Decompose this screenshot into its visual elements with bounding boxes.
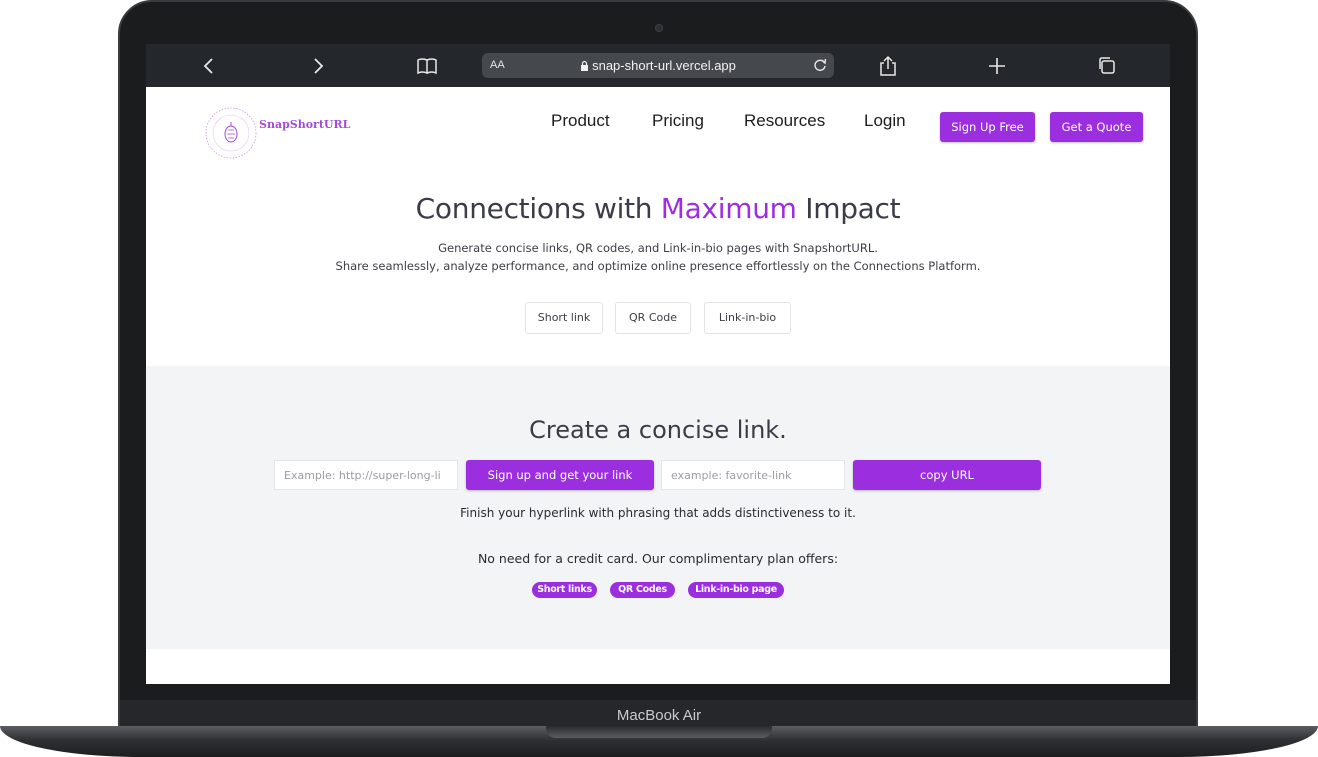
custom-slug-input[interactable]: example: favorite-link	[661, 460, 845, 490]
hero-subtitle-line2: Share seamlessly, analyze performance, a…	[335, 259, 981, 273]
shortener-title: Create a concise link.	[529, 416, 787, 444]
browser-toolbar: AA snap-short-url.vercel.app	[146, 44, 1170, 87]
address-bar[interactable]: AA snap-short-url.vercel.app	[482, 53, 834, 78]
browser-screen: AA snap-short-url.vercel.app SnapShortUR…	[146, 44, 1170, 684]
tab-link-in-bio[interactable]: Link-in-bio	[704, 302, 791, 334]
reload-icon[interactable]	[811, 56, 829, 74]
back-icon[interactable]	[198, 55, 220, 77]
nav-resources[interactable]: Resources	[744, 111, 825, 131]
tab-qr-code[interactable]: QR Code	[615, 302, 691, 334]
tab-short-link[interactable]: Short link	[525, 302, 603, 334]
lock-icon	[581, 60, 589, 71]
logo-icon[interactable]	[202, 104, 260, 162]
hero-title-prefix: Connections with	[415, 192, 661, 225]
sign-up-get-link-button[interactable]: Sign up and get your link	[466, 460, 654, 490]
nav-product[interactable]: Product	[551, 111, 610, 131]
hero-title: Connections with Maximum Impact	[146, 192, 1170, 225]
bookmarks-icon[interactable]	[416, 55, 438, 77]
feature-short-links: Short links	[532, 582, 597, 598]
device-label: MacBook Air	[616, 707, 702, 724]
nav-pricing[interactable]: Pricing	[652, 111, 704, 131]
logo-text[interactable]: SnapShortURL	[259, 118, 350, 131]
share-icon[interactable]	[877, 55, 899, 77]
nav-login[interactable]: Login	[864, 111, 906, 131]
new-tab-icon[interactable]	[986, 55, 1008, 77]
tabs-overview-icon[interactable]	[1096, 55, 1118, 77]
url-text: snap-short-url.vercel.app	[482, 58, 834, 73]
free-plan-text: No need for a credit card. Our complimen…	[477, 551, 839, 566]
hint-text: Finish your hyperlink with phrasing that…	[460, 506, 856, 520]
hero-subtitle-line1: Generate concise links, QR codes, and Li…	[438, 241, 878, 255]
forward-icon[interactable]	[307, 55, 329, 77]
url-label: snap-short-url.vercel.app	[592, 58, 736, 73]
get-a-quote-button[interactable]: Get a Quote	[1050, 112, 1143, 142]
laptop-notch	[546, 726, 772, 738]
camera-icon	[655, 24, 663, 32]
feature-link-in-bio-page: Link-in-bio page	[688, 582, 784, 598]
hero-title-accent: Maximum	[660, 192, 797, 225]
hero-title-suffix: Impact	[796, 192, 901, 225]
copy-url-button[interactable]: copy URL	[853, 460, 1041, 490]
feature-qr-codes: QR Codes	[610, 582, 675, 598]
long-url-input[interactable]: Example: http://super-long-li	[274, 460, 458, 490]
sign-up-free-button[interactable]: Sign Up Free	[940, 112, 1035, 142]
